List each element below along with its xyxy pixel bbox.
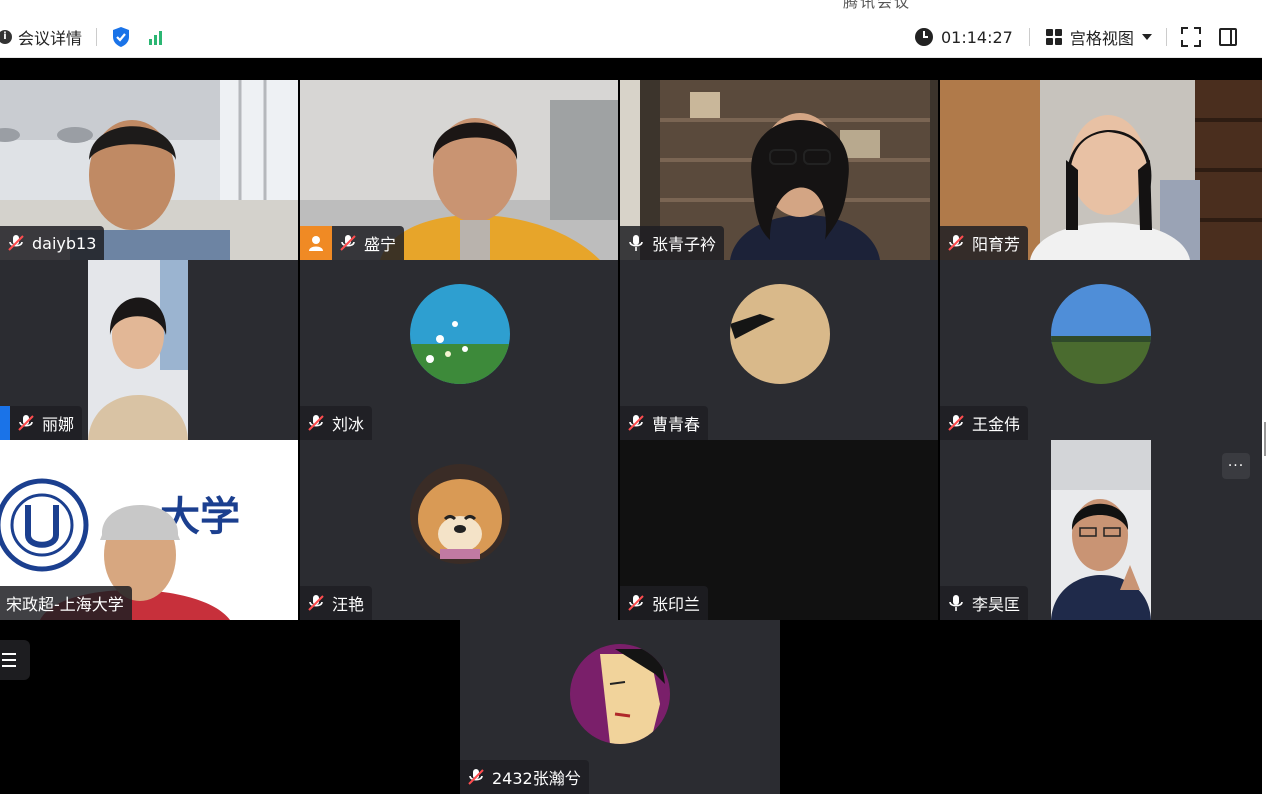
participant-name: 曹青春 xyxy=(652,415,701,434)
participant-tile[interactable]: daiyb13 xyxy=(0,80,298,260)
participant-nameplate: 丽娜 xyxy=(0,406,83,440)
divider xyxy=(1165,28,1167,46)
fullscreen-icon[interactable] xyxy=(1180,27,1201,47)
host-person-icon xyxy=(309,236,323,251)
role-badge xyxy=(0,406,10,440)
participant-name: 刘冰 xyxy=(332,415,365,434)
mic-muted-icon[interactable] xyxy=(16,413,36,433)
participant-tile[interactable]: 曹青春 xyxy=(620,260,938,440)
participant-nameplate: 张青子衿 xyxy=(620,226,725,260)
divider xyxy=(96,27,98,46)
participant-name: 李昊匡 xyxy=(972,595,1021,614)
mic-muted-icon[interactable] xyxy=(306,413,326,433)
participant-name: 宋政超-上海大学 xyxy=(6,595,124,614)
participant-avatar xyxy=(1051,284,1151,384)
participant-name: 盛宁 xyxy=(364,235,397,254)
scrollbar-thumb[interactable] xyxy=(1264,422,1266,456)
menu-button[interactable] xyxy=(0,640,30,680)
participant-avatar xyxy=(730,284,830,384)
participant-nameplate: 李昊匡 xyxy=(940,586,1029,620)
participant-avatar xyxy=(410,284,510,384)
meeting-window: 腾讯会议 i 会议详情 01:14:27 宫格视图 daiyb13 盛宁 张青子… xyxy=(0,0,1268,794)
participant-nameplate: 刘冰 xyxy=(300,406,373,440)
participant-tile[interactable]: ··· 李昊匡 xyxy=(940,440,1262,620)
title-strip: 腾讯会议 xyxy=(0,0,1268,16)
info-icon[interactable]: i xyxy=(0,29,12,44)
participant-nameplate: 盛宁 xyxy=(300,226,405,260)
host-badge xyxy=(300,226,332,260)
mic-muted-icon[interactable] xyxy=(946,413,966,433)
participant-tile[interactable]: 阳育芳 xyxy=(940,80,1262,260)
security-shield-icon[interactable] xyxy=(111,26,131,48)
participant-tile[interactable]: 张印兰 xyxy=(620,440,938,620)
participant-name: 张印兰 xyxy=(652,595,701,614)
mic-muted-icon[interactable] xyxy=(6,233,26,253)
participant-tile[interactable]: 丽娜 xyxy=(0,260,298,440)
mic-muted-icon[interactable] xyxy=(626,413,646,433)
more-options-button[interactable]: ··· xyxy=(1222,453,1250,479)
mic-muted-icon[interactable] xyxy=(946,233,966,253)
participant-nameplate: 汪艳 xyxy=(300,586,373,620)
divider xyxy=(1028,28,1030,46)
participant-nameplate: 宋政超-上海大学 xyxy=(0,586,132,620)
participant-tile[interactable]: 汪艳 xyxy=(300,440,618,620)
participant-name: 2432张瀚兮 xyxy=(492,769,581,788)
chevron-down-icon[interactable] xyxy=(1141,34,1152,40)
participant-nameplate: daiyb13 xyxy=(0,226,105,260)
participant-tile[interactable]: 刘冰 xyxy=(300,260,618,440)
participant-tile[interactable]: 2432张瀚兮 xyxy=(460,620,780,794)
side-panel-icon[interactable] xyxy=(1218,28,1237,46)
mic-muted-icon[interactable] xyxy=(626,593,646,613)
participant-nameplate: 阳育芳 xyxy=(940,226,1029,260)
participant-avatar xyxy=(570,644,670,744)
participant-name: 汪艳 xyxy=(332,595,365,614)
participant-name: 丽娜 xyxy=(42,415,75,434)
participant-tile[interactable]: 大学 宋政超-上海大学 xyxy=(0,440,298,620)
participant-nameplate: 王金伟 xyxy=(940,406,1029,440)
video-grid: daiyb13 盛宁 张青子衿 阳育芳 丽娜 刘冰 曹青春 王金伟 大学 宋政超… xyxy=(0,58,1262,794)
participant-name: 王金伟 xyxy=(972,415,1021,434)
mic-muted-icon[interactable] xyxy=(338,233,358,253)
grid-view-icon[interactable] xyxy=(1045,29,1062,45)
meeting-timer: 01:14:27 xyxy=(941,27,1013,47)
meeting-info-button[interactable]: 会议详情 xyxy=(18,25,82,49)
mic-muted-icon[interactable] xyxy=(466,767,486,787)
participant-nameplate: 张印兰 xyxy=(620,586,709,620)
participant-nameplate: 曹青春 xyxy=(620,406,709,440)
clock-icon xyxy=(915,28,933,46)
mic-icon[interactable] xyxy=(626,233,646,253)
mic-muted-icon[interactable] xyxy=(306,593,326,613)
participant-tile[interactable]: 张青子衿 xyxy=(620,80,938,260)
top-toolbar: i 会议详情 01:14:27 宫格视图 xyxy=(0,16,1262,58)
mic-icon[interactable] xyxy=(946,593,966,613)
network-signal-icon[interactable] xyxy=(149,29,163,45)
participant-name: 张青子衿 xyxy=(652,235,717,254)
participant-name: 阳育芳 xyxy=(972,235,1021,254)
participant-avatar xyxy=(410,464,510,564)
app-title: 腾讯会议 xyxy=(843,0,912,11)
participant-tile[interactable]: 盛宁 xyxy=(300,80,618,260)
participant-nameplate: 2432张瀚兮 xyxy=(460,760,589,794)
view-mode-button[interactable]: 宫格视图 xyxy=(1070,25,1134,49)
participant-name: daiyb13 xyxy=(32,233,97,253)
participant-tile[interactable]: 王金伟 xyxy=(940,260,1262,440)
